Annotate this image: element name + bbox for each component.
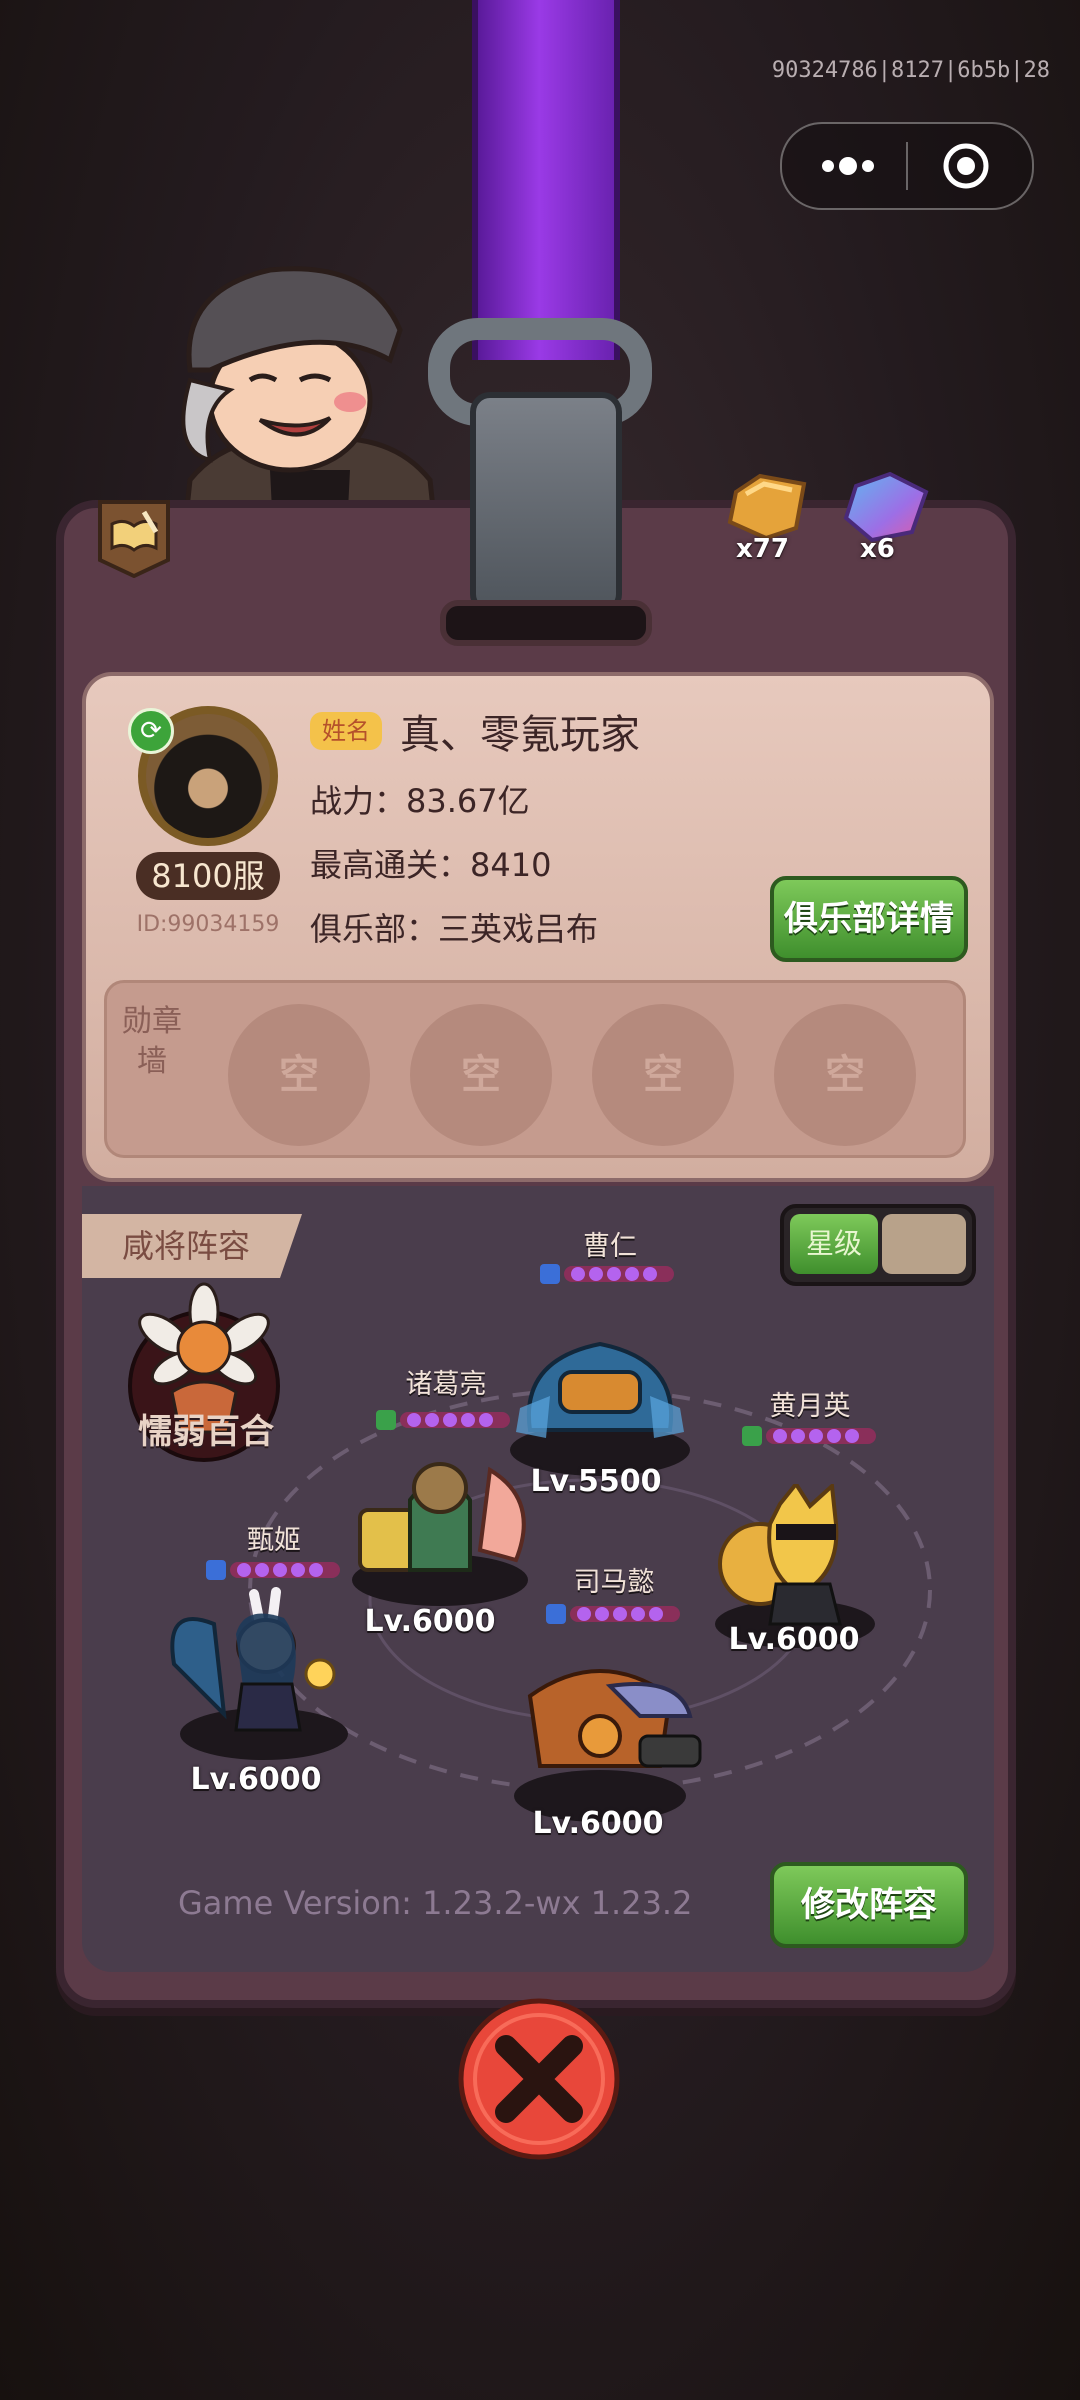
hero-figure-zhugeliang[interactable] bbox=[340, 1440, 540, 1610]
lanyard-clip bbox=[470, 392, 622, 614]
toggle-knob[interactable] bbox=[882, 1214, 966, 1274]
club-details-button[interactable]: 俱乐部详情 bbox=[770, 876, 968, 962]
medal-slot[interactable]: 空 bbox=[592, 1004, 734, 1146]
card-slot bbox=[440, 600, 652, 646]
medal-slot[interactable]: 空 bbox=[228, 1004, 370, 1146]
hero-level: Lv.6000 bbox=[190, 1762, 322, 1797]
lanyard-strap bbox=[472, 0, 620, 360]
purple-gem-icon bbox=[843, 472, 929, 542]
star-rank-icon bbox=[540, 1264, 674, 1284]
server-badge: 8100服 bbox=[136, 852, 280, 900]
refresh-icon[interactable]: ⟳ bbox=[128, 708, 174, 754]
miniprogram-capsule bbox=[780, 122, 1034, 210]
combat-power: 战力：83.67亿 bbox=[310, 782, 530, 820]
hero-figure-zhenji[interactable] bbox=[164, 1584, 354, 1764]
club-name: 俱乐部：三英戏吕布 bbox=[310, 910, 599, 948]
purple-gem-count: x6 bbox=[860, 534, 895, 564]
lineup-title: 咸将阵容 bbox=[82, 1214, 302, 1278]
hero-name: 曹仁 bbox=[583, 1231, 637, 1262]
hero-name: 黄月英 bbox=[769, 1391, 851, 1422]
edit-lineup-button[interactable]: 修改阵容 bbox=[770, 1862, 968, 1948]
player-name: 真、零氪玩家 bbox=[400, 712, 640, 758]
star-level-label: 星级 bbox=[790, 1214, 878, 1274]
ally-name: 懦弱百合 bbox=[138, 1412, 274, 1452]
more-options-icon[interactable] bbox=[818, 154, 878, 178]
hero-name: 诸葛亮 bbox=[405, 1369, 487, 1400]
hero-name: 甄姬 bbox=[247, 1525, 301, 1556]
star-rank-icon bbox=[206, 1560, 340, 1580]
star-rank-icon bbox=[376, 1410, 510, 1430]
star-rank-icon bbox=[742, 1426, 876, 1446]
hero-level: Lv.6000 bbox=[532, 1806, 664, 1841]
medal-slot[interactable]: 空 bbox=[774, 1004, 916, 1146]
medal-wall-label: 勋章墙 bbox=[122, 1004, 182, 1079]
hero-figure-simayi[interactable] bbox=[490, 1636, 710, 1826]
player-id: ID:99034159 bbox=[136, 912, 280, 937]
game-version: Game Version: 1.23.2-wx 1.23.2 bbox=[178, 1884, 693, 1922]
gold-gem-icon bbox=[727, 473, 807, 541]
close-icon[interactable] bbox=[456, 1996, 622, 2162]
session-id-text: 90324786|8127|6b5b|28 bbox=[771, 58, 1050, 83]
gold-gem-count: x77 bbox=[736, 534, 789, 564]
name-tag: 姓名 bbox=[310, 712, 382, 750]
hero-level: Lv.6000 bbox=[364, 1604, 496, 1639]
star-rank-icon bbox=[546, 1604, 680, 1624]
close-miniprogram-icon[interactable] bbox=[942, 142, 990, 190]
best-clear: 最高通关：8410 bbox=[310, 846, 552, 884]
medal-slot[interactable]: 空 bbox=[410, 1004, 552, 1146]
book-icon[interactable] bbox=[96, 498, 172, 578]
hero-level: Lv.6000 bbox=[728, 1622, 860, 1657]
capsule-divider bbox=[906, 142, 908, 190]
hero-name: 司马懿 bbox=[573, 1567, 655, 1598]
